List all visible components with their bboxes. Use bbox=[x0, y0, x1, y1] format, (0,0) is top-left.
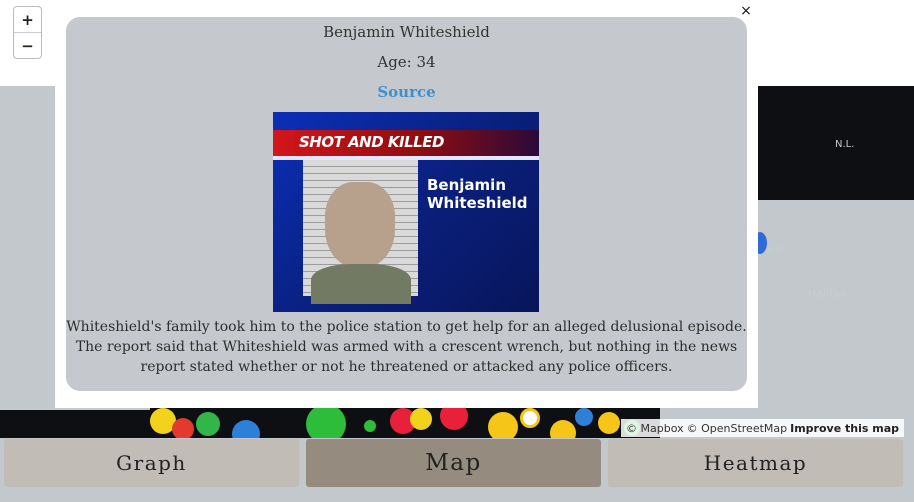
map-marker[interactable] bbox=[364, 420, 376, 432]
map-marker[interactable] bbox=[550, 420, 576, 438]
news-banner-text: SHOT AND KILLED bbox=[299, 133, 444, 151]
zoom-in-button[interactable]: + bbox=[14, 7, 41, 32]
tab-heatmap[interactable]: Heatmap bbox=[608, 439, 903, 487]
source-link[interactable]: Source bbox=[66, 83, 747, 101]
description-line: The report said that Whiteshield was arm… bbox=[75, 339, 738, 355]
improve-map-link[interactable]: Improve this map bbox=[790, 422, 899, 435]
map-label-nl: N.L. bbox=[835, 139, 855, 150]
news-banner: SHOT AND KILLED bbox=[273, 130, 539, 156]
map-attribution: © Mapbox © OpenStreetMap Improve this ma… bbox=[621, 419, 904, 437]
map-marker[interactable] bbox=[598, 412, 620, 434]
zoom-control: + − bbox=[13, 6, 42, 59]
victim-description: Whiteshield's family took him to the pol… bbox=[66, 317, 747, 377]
close-popup-button[interactable]: × bbox=[738, 4, 754, 20]
map-popup: × Benjamin Whiteshield Age: 34 Source SH… bbox=[55, 4, 758, 408]
attribution-mapbox-link[interactable]: © Mapbox bbox=[626, 422, 684, 435]
mugshot-head bbox=[325, 182, 395, 268]
tab-map[interactable]: Map bbox=[306, 439, 601, 487]
victim-card: Benjamin Whiteshield Age: 34 Source SHOT… bbox=[66, 17, 747, 391]
map-marker[interactable] bbox=[232, 420, 260, 438]
map-sea-region bbox=[758, 86, 914, 116]
map-marker[interactable] bbox=[520, 408, 540, 428]
map-label-nb: N.B. bbox=[765, 245, 786, 256]
news-caption-last: Whiteshield bbox=[427, 194, 528, 212]
zoom-out-button[interactable]: − bbox=[14, 33, 41, 58]
map-label-halifax: Halifax bbox=[808, 287, 847, 300]
attribution-osm-link[interactable]: © OpenStreetMap bbox=[687, 422, 788, 435]
tab-graph[interactable]: Graph bbox=[4, 439, 299, 487]
map-marker[interactable] bbox=[410, 408, 432, 430]
map-marker[interactable] bbox=[306, 404, 346, 438]
map-marker[interactable] bbox=[172, 418, 194, 438]
news-photo: SHOT AND KILLED Benjamin Whiteshield bbox=[273, 112, 539, 312]
map-sea-region bbox=[0, 86, 60, 166]
map-marker[interactable] bbox=[488, 412, 518, 438]
map-marker[interactable] bbox=[196, 412, 220, 436]
map-sea-region bbox=[758, 200, 914, 410]
map-marker[interactable] bbox=[575, 408, 593, 426]
description-line: report stated whether or not he threaten… bbox=[140, 359, 673, 375]
news-caption-name: Benjamin Whiteshield bbox=[427, 176, 528, 212]
description-line: Whiteshield's family took him to the pol… bbox=[66, 319, 747, 335]
victim-age: Age: 34 bbox=[377, 53, 436, 71]
news-caption-first: Benjamin bbox=[427, 176, 506, 194]
mugshot bbox=[303, 160, 418, 304]
mugshot-shirt bbox=[311, 264, 411, 304]
victim-name: Benjamin Whiteshield bbox=[323, 23, 490, 41]
